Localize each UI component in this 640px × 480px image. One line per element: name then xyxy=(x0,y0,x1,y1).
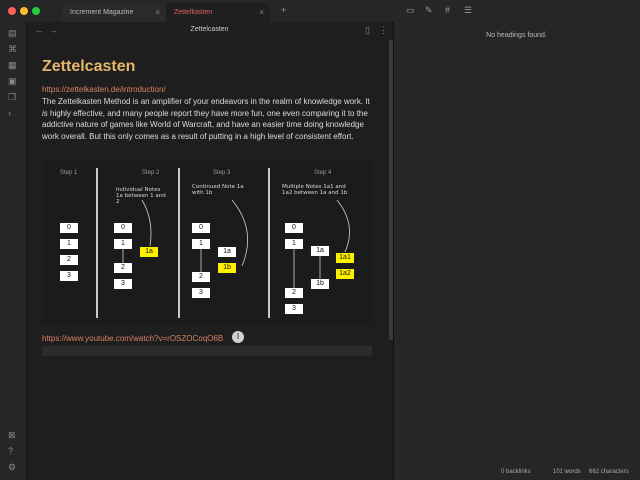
calendar-icon[interactable]: ▣ xyxy=(8,76,17,87)
left-ribbon: ▤ ⌘ ▦ ▣ ❐ › ⊠ ? ⚙ xyxy=(0,22,27,480)
intro-paragraph: The Zettelkasten Method is an amplifier … xyxy=(42,96,372,142)
active-line[interactable] xyxy=(42,346,372,356)
tab-label: Zettelkasten xyxy=(174,9,213,16)
more-options-icon[interactable]: ⋮ xyxy=(379,25,388,36)
text-cursor-icon: I xyxy=(232,331,244,343)
outline-pane xyxy=(393,22,640,480)
title-bar: Increment Magazine × Zettelkasten × + ▭ … xyxy=(0,0,640,23)
vault-icon[interactable]: ⊠ xyxy=(8,430,16,441)
new-tab-icon[interactable]: + xyxy=(281,5,286,15)
files-icon[interactable]: ▭ xyxy=(406,5,415,16)
copy-icon[interactable]: ❐ xyxy=(8,92,16,103)
youtube-link[interactable]: https://www.youtube.com/watch?v=rOSZOCoq… xyxy=(42,334,223,343)
para-part: highly effective, and many people report… xyxy=(42,108,368,141)
view-title: Zettelcasten xyxy=(190,26,229,33)
note-heading: Zettelcasten xyxy=(42,58,136,75)
help-icon[interactable]: ? xyxy=(8,446,13,456)
character-count: 662 characters xyxy=(589,469,629,475)
outline-icon[interactable]: ☰ xyxy=(464,5,472,16)
tab-increment-magazine[interactable]: Increment Magazine × xyxy=(62,3,166,22)
tab-label: Increment Magazine xyxy=(70,9,134,16)
diagram-connectors xyxy=(122,199,350,288)
zettelkasten-diagram: Step 1 Step 2 Step 3 Step 4 Individual N… xyxy=(42,160,372,325)
zettelkasten-link[interactable]: https://zettelkasten.de/introduction/ xyxy=(42,85,166,94)
grid-icon[interactable]: ▦ xyxy=(8,60,17,71)
edit-icon[interactable]: ✎ xyxy=(425,5,433,16)
file-icon[interactable]: ▤ xyxy=(8,28,17,39)
para-part: The Zettelkasten Method is an amplifier … xyxy=(42,97,370,106)
close-tab-icon[interactable]: × xyxy=(155,3,160,22)
tag-icon[interactable]: # xyxy=(445,5,450,15)
view-header: ← → Zettelcasten ▯ ⋮ xyxy=(27,22,392,40)
reading-view-icon[interactable]: ▯ xyxy=(365,25,370,36)
zoom-window-button[interactable] xyxy=(32,7,40,15)
close-window-button[interactable] xyxy=(8,7,16,15)
tab-zettelkasten[interactable]: Zettelkasten × xyxy=(166,3,270,22)
outline-empty-text: No headings found. xyxy=(486,32,547,39)
status-bar: 0 backlinks 101 words 662 characters xyxy=(393,466,640,480)
backlinks-count[interactable]: 0 backlinks xyxy=(501,469,531,475)
settings-icon[interactable]: ⚙ xyxy=(8,462,16,473)
minimize-window-button[interactable] xyxy=(20,7,28,15)
graph-icon[interactable]: ⌘ xyxy=(8,44,17,55)
terminal-icon[interactable]: › xyxy=(8,108,11,118)
close-tab-icon[interactable]: × xyxy=(259,3,264,22)
word-count: 101 words xyxy=(553,469,581,475)
